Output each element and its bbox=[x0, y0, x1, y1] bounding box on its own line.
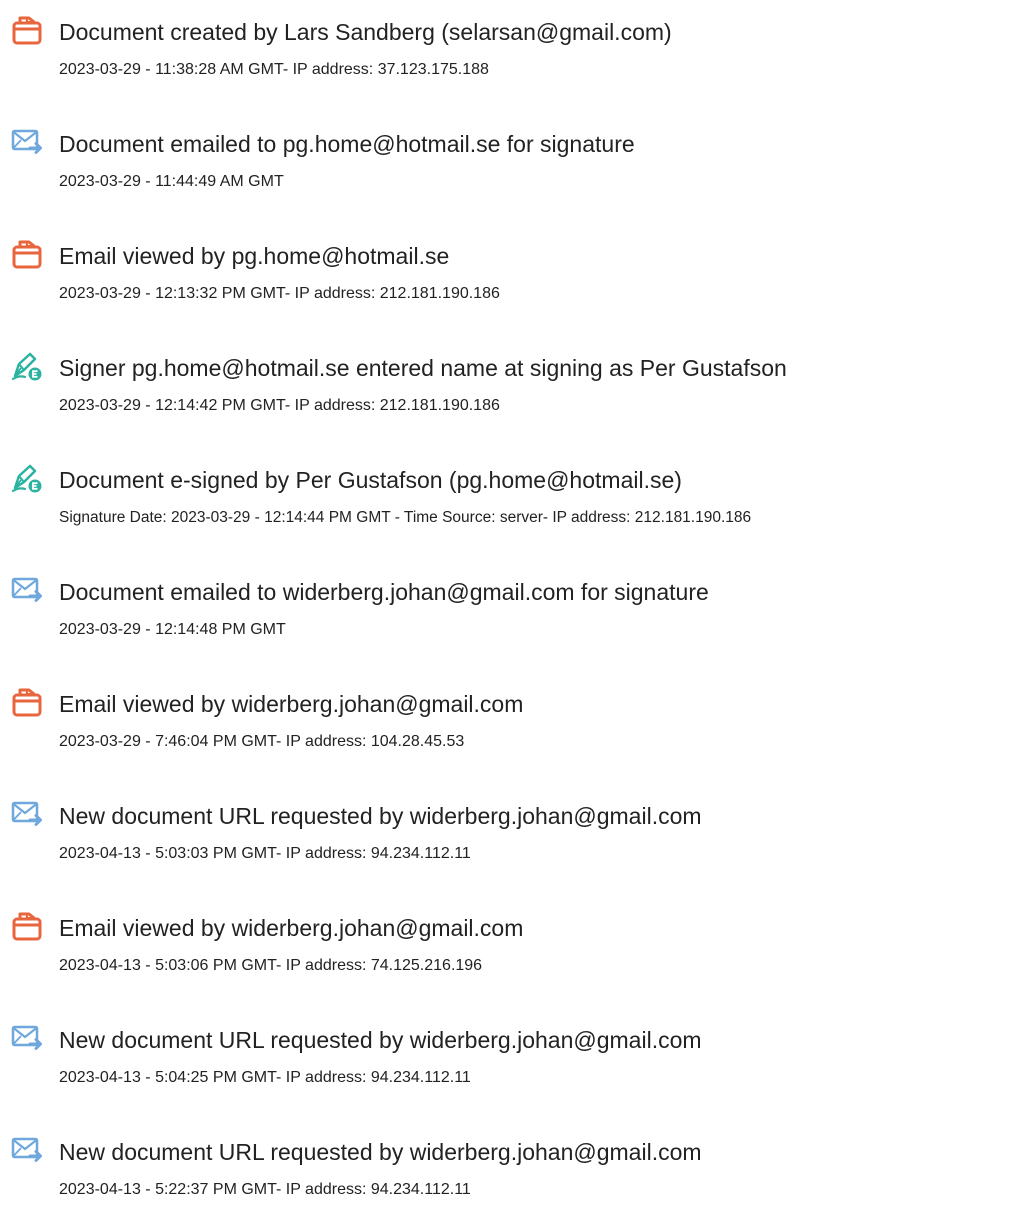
event-title: New document URL requested by widerberg.… bbox=[59, 1027, 702, 1053]
event-title: Document created by Lars Sandberg (selar… bbox=[59, 19, 672, 45]
history-event: Signer pg.home@hotmail.se entered name a… bbox=[0, 350, 1013, 430]
event-title: Document emailed to pg.home@hotmail.se f… bbox=[59, 131, 635, 157]
event-detail: 2023-04-13 - 5:03:06 PM GMT- IP address:… bbox=[59, 957, 483, 974]
history-event: New document URL requested by widerberg.… bbox=[0, 1134, 1013, 1214]
signer-pen-icon bbox=[11, 350, 43, 382]
history-event: New document URL requested by widerberg.… bbox=[0, 1022, 1013, 1102]
email-sent-icon bbox=[11, 1022, 43, 1054]
history-event: New document URL requested by widerberg.… bbox=[0, 798, 1013, 878]
event-title: Email viewed by widerberg.johan@gmail.co… bbox=[59, 691, 524, 717]
event-title: Email viewed by widerberg.johan@gmail.co… bbox=[59, 915, 524, 941]
history-event: Email viewed by widerberg.johan@gmail.co… bbox=[0, 686, 1013, 766]
event-detail: 2023-03-29 - 12:14:48 PM GMT bbox=[59, 621, 286, 638]
event-title: Signer pg.home@hotmail.se entered name a… bbox=[59, 355, 787, 381]
event-title: Email viewed by pg.home@hotmail.se bbox=[59, 243, 450, 269]
history-event: Document emailed to widerberg.johan@gmai… bbox=[0, 574, 1013, 654]
e-signed-pen-icon bbox=[11, 462, 43, 494]
history-event: Email viewed by pg.home@hotmail.se 2023-… bbox=[0, 238, 1013, 318]
event-title: New document URL requested by widerberg.… bbox=[59, 803, 702, 829]
event-detail: 2023-03-29 - 12:14:42 PM GMT- IP address… bbox=[59, 397, 500, 414]
event-title: New document URL requested by widerberg.… bbox=[59, 1139, 702, 1165]
event-detail: 2023-04-13 - 5:03:03 PM GMT- IP address:… bbox=[59, 845, 471, 862]
email-sent-icon bbox=[11, 126, 43, 158]
history-event: Email viewed by widerberg.johan@gmail.co… bbox=[0, 910, 1013, 990]
event-detail: 2023-04-13 - 5:22:37 PM GMT- IP address:… bbox=[59, 1181, 471, 1198]
event-detail: 2023-03-29 - 11:44:49 AM GMT bbox=[59, 173, 284, 190]
document-viewed-icon bbox=[11, 238, 43, 270]
event-detail: 2023-03-29 - 11:38:28 AM GMT- IP address… bbox=[59, 61, 489, 78]
event-detail: Signature Date: 2023-03-29 - 12:14:44 PM… bbox=[59, 509, 752, 526]
document-viewed-icon bbox=[11, 910, 43, 942]
history-event: Document e-signed by Per Gustafson (pg.h… bbox=[0, 462, 1013, 542]
document-viewed-icon bbox=[11, 686, 43, 718]
email-sent-icon bbox=[11, 574, 43, 606]
email-sent-icon bbox=[11, 1134, 43, 1166]
event-title: Document emailed to widerberg.johan@gmai… bbox=[59, 579, 709, 605]
event-title: Document e-signed by Per Gustafson (pg.h… bbox=[59, 467, 682, 493]
event-detail: 2023-03-29 - 12:13:32 PM GMT- IP address… bbox=[59, 285, 500, 302]
document-created-icon bbox=[11, 14, 43, 46]
event-detail: 2023-03-29 - 7:46:04 PM GMT- IP address:… bbox=[59, 733, 465, 750]
email-sent-icon bbox=[11, 798, 43, 830]
history-event: Document created by Lars Sandberg (selar… bbox=[0, 14, 1013, 94]
event-detail: 2023-04-13 - 5:04:25 PM GMT- IP address:… bbox=[59, 1069, 471, 1086]
history-event: Document emailed to pg.home@hotmail.se f… bbox=[0, 126, 1013, 206]
